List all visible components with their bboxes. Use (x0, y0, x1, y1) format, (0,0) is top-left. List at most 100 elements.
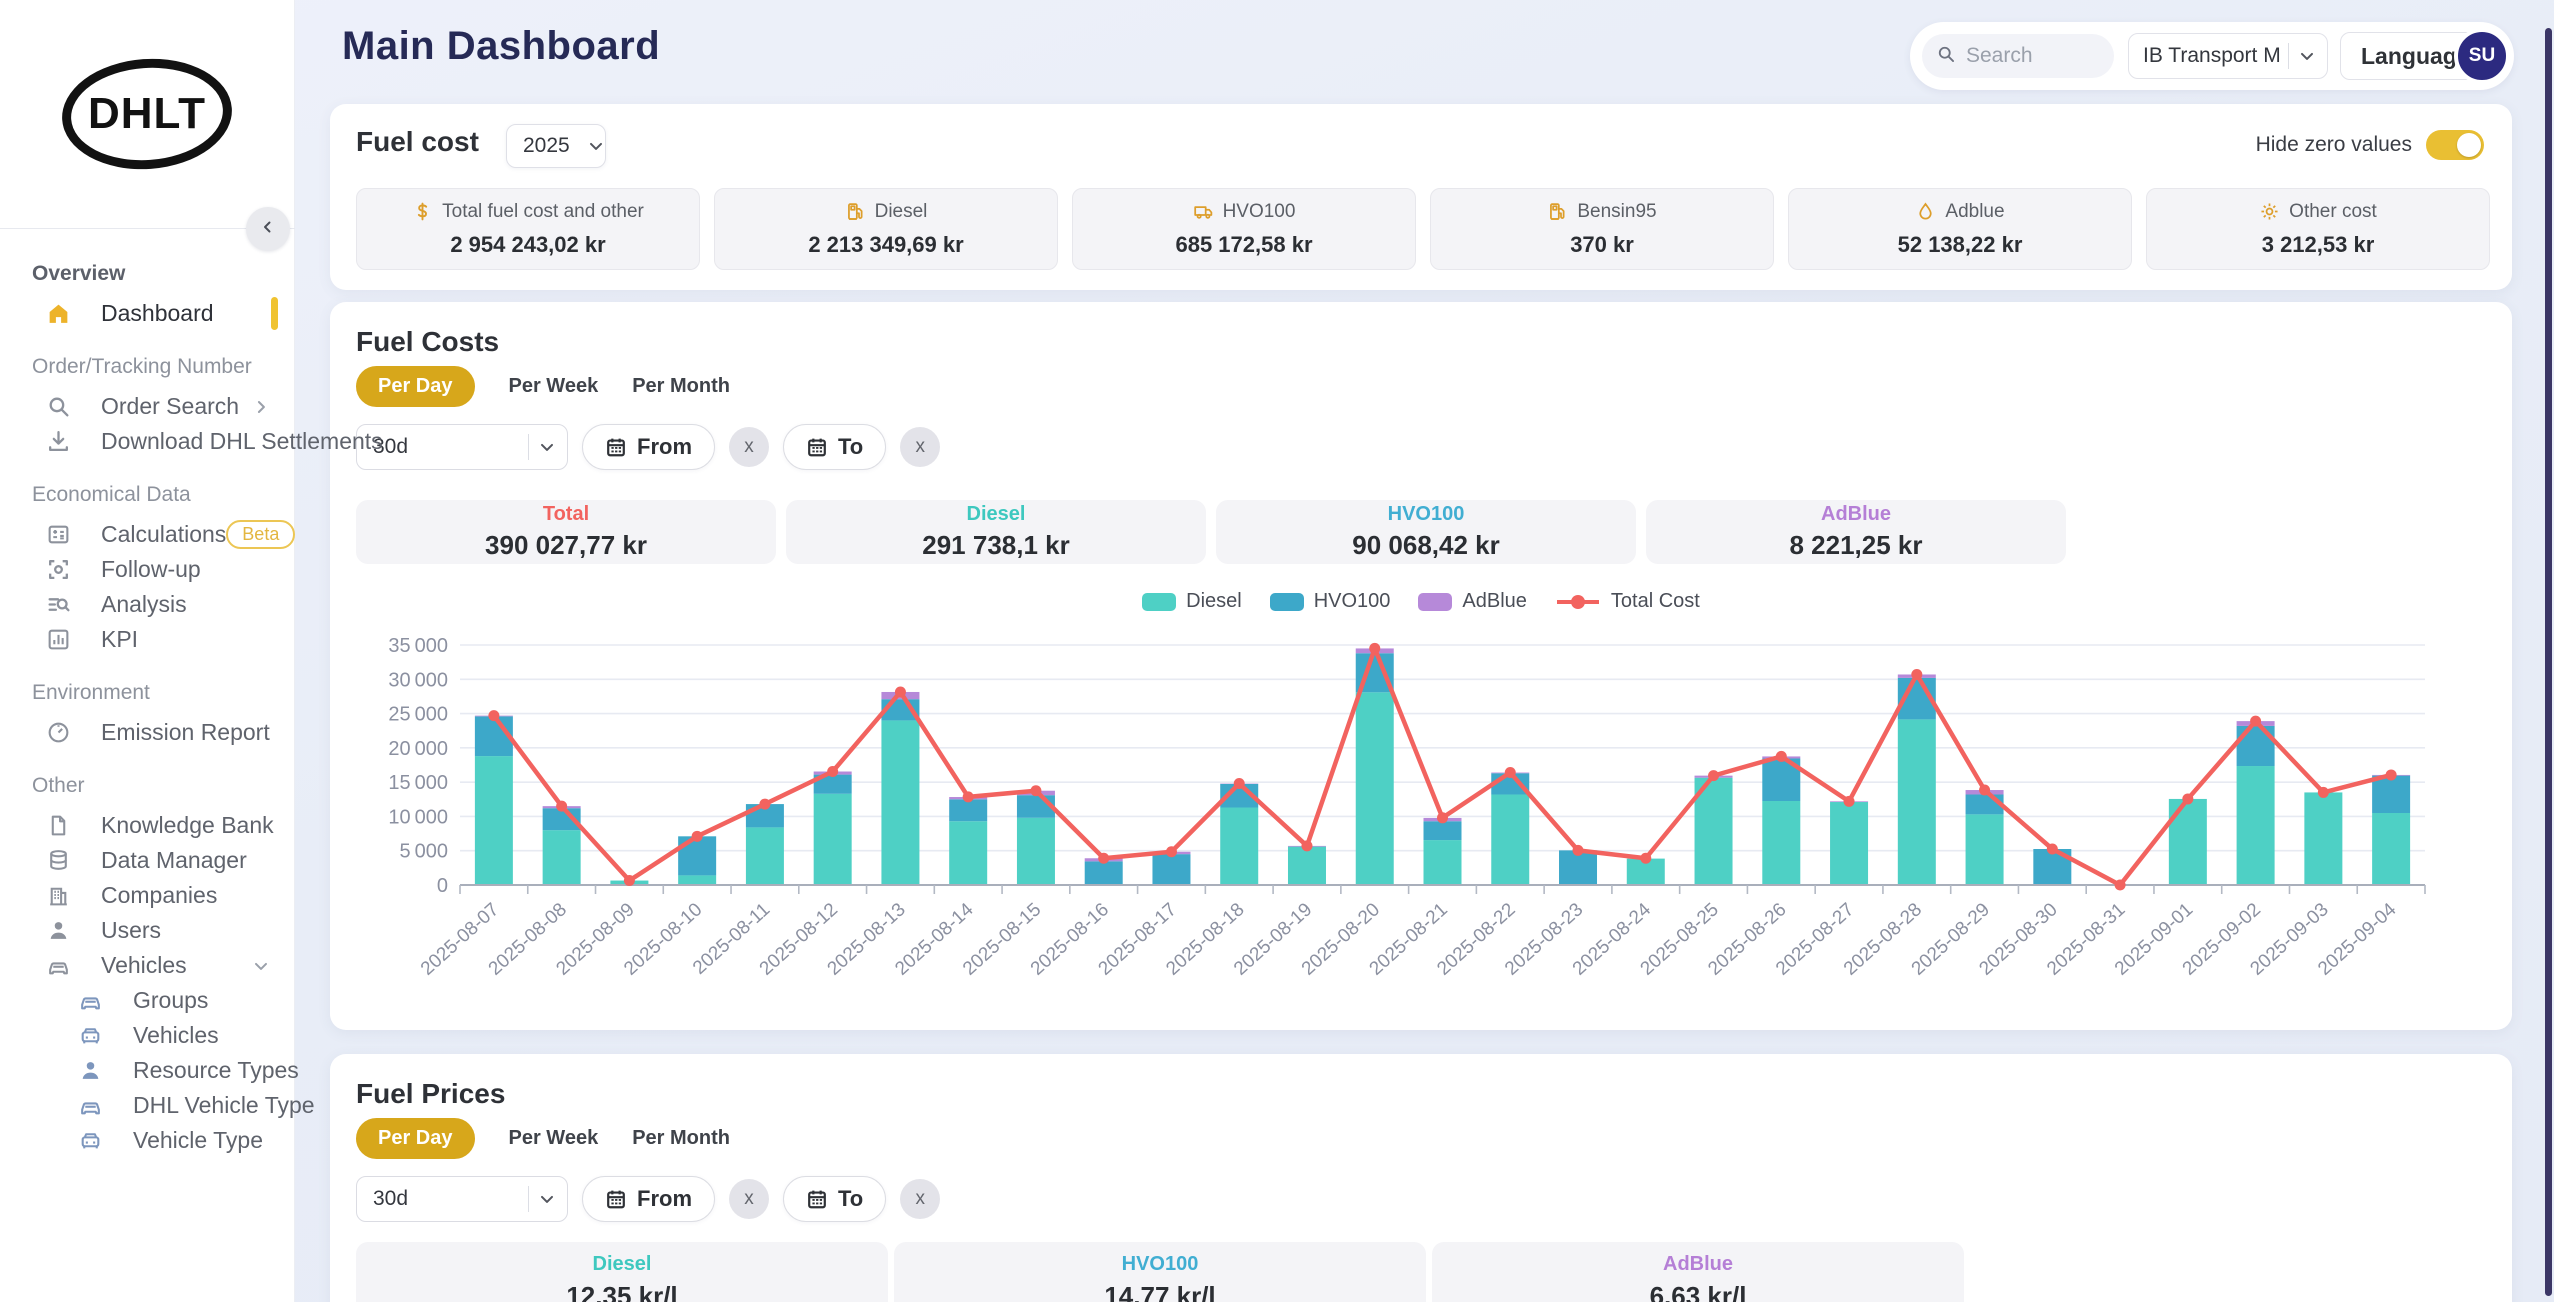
sidebar-item-companies[interactable]: Companies (0, 878, 295, 913)
total-cost-point[interactable] (2250, 716, 2261, 727)
sidebar-item-emission-report[interactable]: Emission Report (0, 715, 295, 750)
legend-item-total-cost[interactable]: Total Cost (1555, 590, 1700, 613)
sidebar-item-knowledge-bank[interactable]: Knowledge Bank (0, 808, 295, 843)
bar-segment-diesel[interactable] (1017, 818, 1055, 885)
bar-segment-diesel[interactable] (1288, 847, 1326, 885)
sidebar-item-data-manager[interactable]: Data Manager (0, 843, 295, 878)
tab-per-week[interactable]: Per Week (509, 366, 599, 407)
sidebar-item-kpi[interactable]: KPI (0, 622, 295, 657)
total-cost-point[interactable] (1369, 643, 1380, 654)
total-cost-point[interactable] (1979, 785, 1990, 796)
bar-segment-diesel[interactable] (1491, 794, 1529, 885)
sidebar-item-download-dhl-settlements[interactable]: Download DHL Settlements (0, 424, 295, 459)
total-cost-point[interactable] (827, 766, 838, 777)
tab-per-month[interactable]: Per Month (632, 366, 730, 407)
year-select[interactable]: 2025 (506, 124, 606, 168)
legend-item-diesel[interactable]: Diesel (1142, 590, 1242, 613)
clear-from-button[interactable]: x (729, 427, 769, 467)
total-cost-point[interactable] (1640, 853, 1651, 864)
bar-segment-diesel[interactable] (678, 875, 716, 885)
tab-per-day[interactable]: Per Day (356, 1118, 475, 1159)
total-cost-point[interactable] (1166, 846, 1177, 857)
tab-per-day[interactable]: Per Day (356, 366, 475, 407)
sidebar-item-calculations[interactable]: CalculationsBeta (0, 517, 295, 552)
total-cost-point[interactable] (1030, 785, 1041, 796)
clear-to-button[interactable]: x (900, 427, 940, 467)
sidebar-collapse-button[interactable] (246, 207, 290, 251)
tab-per-week[interactable]: Per Week (509, 1118, 599, 1159)
total-cost-point[interactable] (1234, 778, 1245, 789)
sidebar-item-dashboard[interactable]: Dashboard (0, 296, 295, 331)
bar-segment-diesel[interactable] (814, 794, 852, 885)
bar-segment-diesel[interactable] (543, 830, 581, 885)
avatar[interactable]: SU (2454, 28, 2510, 84)
bar-segment-hvo100[interactable] (1152, 854, 1190, 885)
total-cost-point[interactable] (624, 875, 635, 886)
total-cost-point[interactable] (1708, 770, 1719, 781)
total-cost-point[interactable] (2386, 769, 2397, 780)
bar-segment-diesel[interactable] (881, 720, 919, 885)
total-cost-point[interactable] (1776, 751, 1787, 762)
from-date-button[interactable]: From (582, 424, 715, 470)
sidebar-item-analysis[interactable]: Analysis (0, 587, 295, 622)
bar-segment-diesel[interactable] (1830, 802, 1868, 885)
legend-item-adblue[interactable]: AdBlue (1418, 590, 1527, 613)
bar-segment-diesel[interactable] (1220, 808, 1258, 885)
sidebar-item-groups[interactable]: Groups (0, 983, 295, 1018)
search-input[interactable] (1966, 44, 2106, 68)
sidebar-item-order-search[interactable]: Order Search (0, 389, 295, 424)
total-cost-point[interactable] (1098, 853, 1109, 864)
total-cost-point[interactable] (488, 710, 499, 721)
bar-segment-diesel[interactable] (1424, 840, 1462, 885)
total-cost-point[interactable] (2182, 793, 2193, 804)
total-cost-point[interactable] (1573, 845, 1584, 856)
total-cost-point[interactable] (2318, 787, 2329, 798)
bar-segment-diesel[interactable] (2304, 792, 2342, 885)
hide-zero-toggle[interactable] (2426, 130, 2484, 160)
total-cost-point[interactable] (963, 791, 974, 802)
sidebar-item-users[interactable]: Users (0, 913, 295, 948)
bar-segment-diesel[interactable] (2169, 799, 2207, 885)
clear-from-button[interactable]: x (729, 1179, 769, 1219)
sidebar-item-follow-up[interactable]: Follow-up (0, 552, 295, 587)
bar-segment-hvo100[interactable] (678, 836, 716, 875)
sidebar-item-vehicles[interactable]: Vehicles (0, 1018, 295, 1053)
legend-item-hvo100[interactable]: HVO100 (1270, 590, 1391, 613)
sidebar-item-resource-types[interactable]: Resource Types (0, 1053, 295, 1088)
bar-segment-hvo100[interactable] (1085, 861, 1123, 885)
company-select[interactable]: IB Transport Mälar... (2128, 33, 2328, 79)
bar-segment-diesel[interactable] (949, 821, 987, 885)
total-cost-point[interactable] (556, 801, 567, 812)
total-cost-point[interactable] (1437, 812, 1448, 823)
to-date-button[interactable]: To (783, 424, 886, 470)
total-cost-point[interactable] (692, 831, 703, 842)
bar-segment-hvo100[interactable] (949, 799, 987, 821)
total-cost-point[interactable] (1301, 840, 1312, 851)
bar-segment-diesel[interactable] (475, 756, 513, 885)
bar-segment-diesel[interactable] (1898, 719, 1936, 885)
bar-segment-diesel[interactable] (2237, 766, 2275, 885)
range-select[interactable]: 30d (356, 424, 568, 470)
total-cost-point[interactable] (1505, 767, 1516, 778)
sidebar-item-dhl-vehicle-type[interactable]: DHL Vehicle Type (0, 1088, 295, 1123)
tab-per-month[interactable]: Per Month (632, 1118, 730, 1159)
total-cost-point[interactable] (895, 686, 906, 697)
bar-segment-diesel[interactable] (1356, 692, 1394, 885)
vertical-scrollbar[interactable] (2545, 28, 2552, 1296)
bar-segment-diesel[interactable] (1762, 801, 1800, 885)
total-cost-point[interactable] (2047, 844, 2058, 855)
to-date-button[interactable]: To (783, 1176, 886, 1222)
sidebar-item-vehicles[interactable]: Vehicles (0, 948, 295, 983)
range-select[interactable]: 30d (356, 1176, 568, 1222)
bar-segment-diesel[interactable] (1966, 814, 2004, 885)
total-cost-point[interactable] (759, 799, 770, 810)
sidebar-item-vehicle-type[interactable]: Vehicle Type (0, 1123, 295, 1158)
bar-segment-diesel[interactable] (2372, 813, 2410, 885)
bar-segment-hvo100[interactable] (2372, 776, 2410, 813)
clear-to-button[interactable]: x (900, 1179, 940, 1219)
total-cost-point[interactable] (2115, 880, 2126, 891)
from-date-button[interactable]: From (582, 1176, 715, 1222)
total-cost-point[interactable] (1844, 796, 1855, 807)
bar-segment-hvo100[interactable] (1424, 821, 1462, 840)
bar-segment-diesel[interactable] (746, 827, 784, 885)
